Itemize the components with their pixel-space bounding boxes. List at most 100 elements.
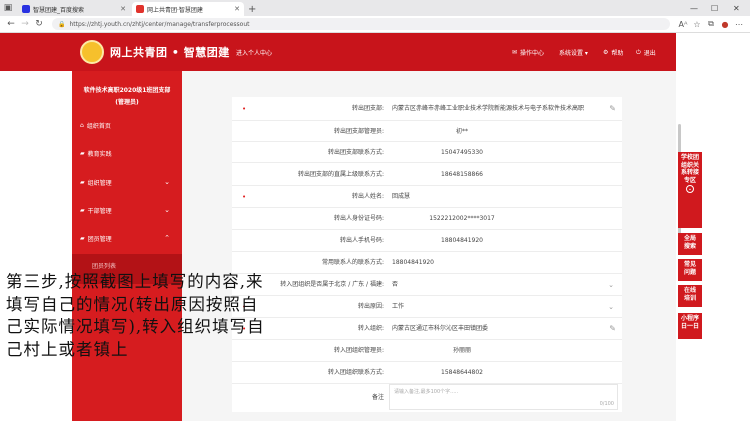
nav-label: 帮助 <box>611 50 624 57</box>
sidebar-item-org-management[interactable]: ▰ 组织管理 ⌄ <box>72 171 182 193</box>
remark-textarea[interactable]: 请输入备注,最多100个字..... 0/100 <box>389 384 618 410</box>
edit-icon[interactable]: ✎ <box>609 318 616 340</box>
window-menu-icon[interactable]: ▣ <box>0 0 16 16</box>
chevron-down-icon[interactable]: ⌄ <box>608 296 614 318</box>
school-transfer-zone-button[interactable]: 学校团组织关系转接专区 ⌄ <box>678 152 702 228</box>
field-label: 转入团组织是否属于北京 / 广东 / 福建: <box>280 281 384 288</box>
minimize-icon[interactable]: — <box>690 0 698 16</box>
sidebar-item-label: 组织管理 <box>87 179 112 187</box>
textarea-placeholder: 请输入备注,最多100个字..... <box>394 389 459 395</box>
edit-icon[interactable]: ✎ <box>609 97 616 121</box>
field-value: 18804841920 <box>441 237 483 244</box>
form-row: • 转出原因: 工作 ⌄ <box>232 296 622 318</box>
field-value: 1522212002****3017 <box>429 215 495 222</box>
more-icon[interactable]: ⋯ <box>732 20 746 29</box>
nav-help[interactable]: ⚙ 帮助 <box>603 48 623 57</box>
folder-icon: ▰ <box>80 149 85 157</box>
close-tab-icon[interactable]: ✕ <box>234 5 240 13</box>
mini-program-button[interactable]: 小程序日一日 <box>678 313 702 339</box>
field-label: 转入团组织管理员: <box>333 347 384 354</box>
personal-center-link[interactable]: 进入个人中心 <box>236 48 272 57</box>
field-label: 转出人身份证号码: <box>333 215 384 222</box>
sidebar-item-label: 团员管理 <box>87 235 112 243</box>
field-value[interactable]: 内蒙古区通辽市科尔沁区丰田镇团委 <box>392 318 488 340</box>
form-row: • 转入组织: 内蒙古区通辽市科尔沁区丰田镇团委 ✎ <box>232 318 622 340</box>
close-window-icon[interactable]: ✕ <box>733 0 740 16</box>
chevron-down-icon[interactable]: ⌄ <box>608 274 614 296</box>
nav-logout[interactable]: ⏻ 退出 <box>636 48 656 58</box>
url-input[interactable]: 🔒 https://zhtj.youth.cn/zhtj/center/mana… <box>52 18 670 30</box>
lock-icon: 🔒 <box>58 20 66 28</box>
address-bar-row: ← → ↻ 🔒 https://zhtj.youth.cn/zhtj/cente… <box>0 16 750 33</box>
form-row: 转入团组织管理员: 孙丽丽 <box>232 340 622 362</box>
new-tab-icon[interactable]: + <box>248 4 256 15</box>
sidebar-item-label: 组织首页 <box>86 122 111 130</box>
url-text: https://zhtj.youth.cn/zhtj/center/manage… <box>69 20 250 28</box>
tab-title: 智慧团建_百度搜索 <box>33 6 85 14</box>
sidebar-subitem-member-list[interactable]: 团员列表 <box>92 261 116 270</box>
back-icon[interactable]: ← <box>4 19 18 29</box>
global-search-button[interactable]: 全局搜索 <box>678 233 702 255</box>
forward-icon[interactable]: → <box>18 19 32 29</box>
field-value: 孙丽丽 <box>452 347 471 354</box>
close-tab-icon[interactable]: ✕ <box>120 5 126 13</box>
form-row: 转出人身份证号码: 1522212002****3017 <box>232 208 622 230</box>
field-value: 初** <box>455 128 468 135</box>
rb-label: 在线培训 <box>683 287 696 302</box>
maximize-icon[interactable]: ☐ <box>711 0 718 16</box>
browser-tab-baidu[interactable]: 智慧团建_百度搜索 ✕ <box>18 2 130 16</box>
faq-button[interactable]: 常见问题 <box>678 259 702 281</box>
reader-icon[interactable]: Aᴬ <box>676 20 690 29</box>
nav-label: 系统设置 ▾ <box>559 50 588 57</box>
sidebar-item-education[interactable]: ▰ 教育实践 <box>72 142 182 164</box>
favorite-icon[interactable]: ☆ <box>690 20 704 29</box>
league-logo-icon <box>80 40 104 64</box>
field-label: 转入组织: <box>357 325 384 332</box>
form-row: 转出团支部联系方式: 15047495330 <box>232 142 622 163</box>
refresh-icon[interactable]: ↻ <box>32 19 46 29</box>
nav-label: 操作中心 <box>520 50 545 57</box>
online-training-button[interactable]: 在线培训 <box>678 285 702 307</box>
gear-icon: ⚙ <box>603 49 609 56</box>
rb-label: 常见问题 <box>683 261 696 276</box>
collections-icon[interactable]: ⧉ <box>704 19 718 29</box>
nav-label: 退出 <box>643 50 656 57</box>
field-value[interactable]: 工作 <box>392 296 404 318</box>
org-role: (管理员) <box>115 99 139 106</box>
required-mark: • <box>242 193 247 201</box>
field-value: 15047495330 <box>441 149 483 156</box>
sidebar-item-cadre-management[interactable]: ▰ 干部管理 ⌄ <box>72 199 182 221</box>
envelope-icon: ✉ <box>512 49 518 56</box>
field-value[interactable]: 内蒙古区赤峰市赤峰工业职业技术学院新能源技术与电子系软件技术高职 <box>392 97 606 121</box>
home-icon: ⌂ <box>80 121 84 129</box>
field-label: 转出团支部管理员: <box>333 128 384 135</box>
browser-tab-zhtj[interactable]: 网上共青团·智慧团建 ✕ <box>132 2 244 16</box>
folder-icon: ▰ <box>80 234 85 242</box>
form-row: 转出团支部管理员: 初** <box>232 121 622 142</box>
rb-label: 全局搜索 <box>683 235 696 250</box>
sidebar-item-home[interactable]: ⌂ 组织首页 <box>72 114 182 136</box>
tab-title: 网上共青团·智慧团建 <box>147 6 203 14</box>
form-row: 常用联系人的联系方式: 18804841920 <box>232 252 622 274</box>
field-label: 备注 <box>371 394 384 401</box>
profile-avatar-icon[interactable]: ● <box>718 20 732 29</box>
site-brand: 网上共青团 • 智慧团建 <box>110 46 230 59</box>
required-mark: • <box>242 105 247 113</box>
org-title: 软件技术高职2020级1班团支部 <box>83 87 171 94</box>
field-value: 15848644802 <box>441 369 483 376</box>
rb-label: 小程序日一日 <box>680 315 699 330</box>
field-value[interactable]: 18804841920 <box>392 252 434 274</box>
field-label: 转入团组织联系方式: <box>327 369 384 376</box>
field-label: 转出团支部的直属上级联系方式: <box>297 171 384 178</box>
sidebar-item-label: 干部管理 <box>87 207 112 215</box>
chevron-up-icon: ⌃ <box>164 234 170 242</box>
sidebar-item-label: 教育实践 <box>87 150 112 158</box>
sidebar-item-member-management[interactable]: ▰ 团员管理 ⌃ <box>72 227 182 249</box>
form-row: 转入团组织联系方式: 15848644802 <box>232 362 622 384</box>
field-value[interactable]: 否 <box>392 274 398 296</box>
nav-operation-center[interactable]: ✉ 操作中心 <box>512 48 544 57</box>
nav-system-settings[interactable]: 系统设置 ▾ <box>559 48 588 57</box>
field-value[interactable]: 回成慧 <box>392 186 410 208</box>
field-label: 常用联系人的联系方式: <box>321 259 384 266</box>
rb-label: 学校团组织关系转接专区 <box>681 154 700 184</box>
